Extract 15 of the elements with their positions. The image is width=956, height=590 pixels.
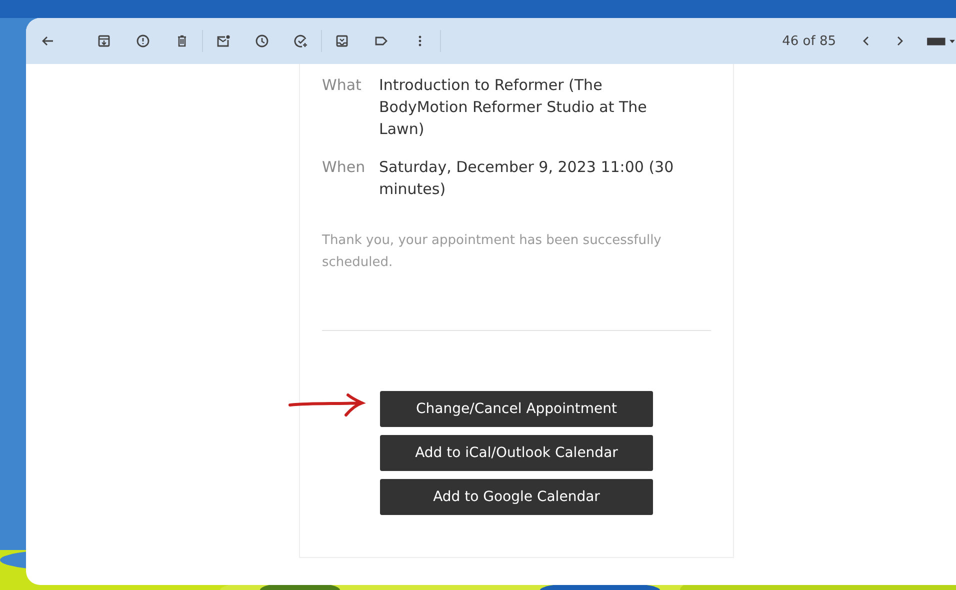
detail-value: Saturday, December 9, 2023 11:00 (30 minutes) [379, 157, 675, 200]
report-icon[interactable] [135, 33, 151, 49]
calendar-action-button[interactable]: Add to iCal/Outlook Calendar [380, 435, 653, 471]
detail-value: Introduction to Reformer (The BodyMotion Reformer Studio at The Lawn) [379, 75, 648, 140]
move-to-icon[interactable] [334, 33, 350, 49]
add-task-icon[interactable] [293, 33, 309, 49]
clock-icon[interactable] [254, 33, 270, 49]
mail-icon[interactable] [215, 33, 231, 49]
confirmation-message: Thank you, your appointment has been successfully scheduled. [322, 232, 662, 272]
page-counter: 46 of 85 [782, 34, 836, 48]
calendar-action-button[interactable]: Add to Google Calendar [380, 479, 653, 515]
detail-label: What [322, 75, 362, 96]
archive-icon[interactable] [96, 33, 112, 49]
detail-label: When [322, 157, 366, 178]
calendar-action-button[interactable]: Change/Cancel Appointment [380, 391, 653, 427]
